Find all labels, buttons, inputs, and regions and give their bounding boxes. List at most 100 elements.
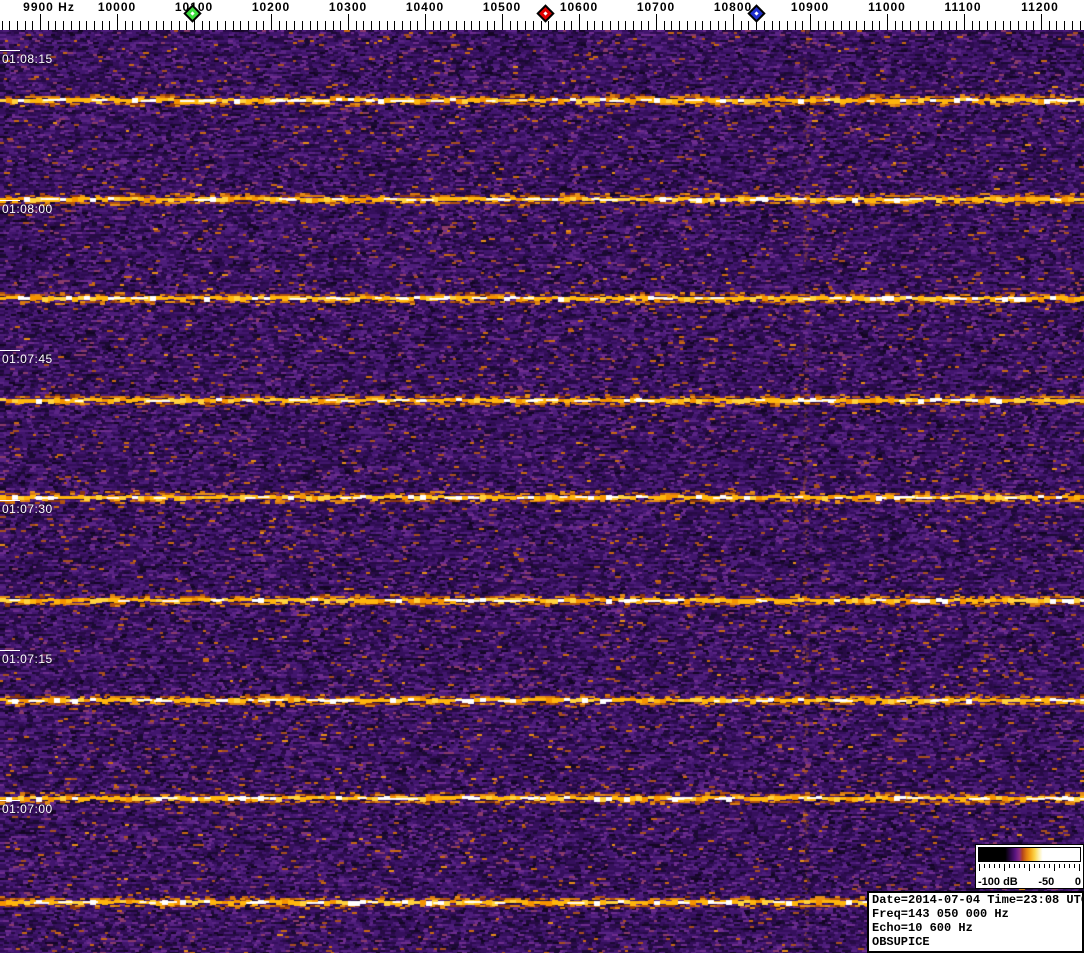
freq-major-tick [733,14,734,30]
freq-minor-tick [156,21,157,30]
freq-minor-tick [818,21,819,30]
freq-minor-tick [209,21,210,30]
freq-major-tick [502,14,503,30]
freq-major-tick [887,14,888,30]
marker-green-fill [186,7,199,20]
info-station-name: OBSUPICE [872,935,930,949]
freq-minor-tick [641,21,642,30]
freq-minor-tick [864,21,865,30]
freq-minor-tick [571,21,572,30]
freq-tick-label: 10200 [251,0,291,14]
freq-minor-tick [1049,21,1050,30]
amplitude-color-scale: -100 dB -50 0 [975,844,1084,889]
legend-tick [1034,864,1035,868]
legend-tick [984,864,985,868]
freq-major-tick [348,14,349,30]
freq-minor-tick [148,21,149,30]
freq-minor-tick [533,21,534,30]
legend-tick [999,864,1000,868]
freq-minor-tick [1080,21,1081,30]
freq-minor-tick [702,21,703,30]
freq-minor-tick [1033,21,1034,30]
freq-minor-tick [564,21,565,30]
freq-minor-tick [741,21,742,30]
freq-minor-tick [286,21,287,30]
freq-minor-tick [263,21,264,30]
freq-tick-label: 11100 [944,0,982,14]
freq-minor-tick [186,21,187,30]
legend-tick [1004,864,1005,871]
marker-red-core-dot [543,11,548,16]
freq-minor-tick [55,21,56,30]
freq-minor-tick [302,21,303,30]
freq-minor-tick [633,21,634,30]
legend-label-min: -100 dB [978,876,1018,888]
freq-minor-tick [440,21,441,30]
marker-red-diamond[interactable] [536,4,555,23]
freq-minor-tick [710,21,711,30]
marker-red-fill [539,7,552,20]
freq-minor-tick [664,21,665,30]
freq-minor-tick [995,21,996,30]
freq-minor-tick [956,21,957,30]
freq-minor-tick [625,21,626,30]
freq-minor-tick [779,21,780,30]
freq-minor-tick [356,21,357,30]
freq-minor-tick [987,21,988,30]
freq-tick-label: 11000 [868,0,906,14]
freq-major-tick [579,14,580,30]
freq-minor-tick [541,21,542,30]
legend-tick [1019,864,1020,868]
freq-minor-tick [363,21,364,30]
info-echo-frequency: Echo=10 600 Hz [872,921,973,935]
freq-tick-label: 10500 [482,0,522,14]
freq-minor-tick [371,21,372,30]
freq-minor-tick [849,21,850,30]
freq-minor-tick [1010,21,1011,30]
legend-tick [1029,864,1030,871]
freq-minor-tick [48,21,49,30]
freq-major-tick [656,14,657,30]
freq-minor-tick [795,21,796,30]
freq-minor-tick [872,21,873,30]
legend-label-mid: -50 [1038,876,1055,888]
freq-minor-tick [594,21,595,30]
legend-tick [1074,864,1075,868]
freq-minor-tick [764,21,765,30]
freq-minor-tick [464,21,465,30]
legend-tick [1044,864,1045,868]
info-box: Date=2014-07-04 Time=23:08 UTC Freq=143 … [867,891,1084,953]
freq-minor-tick [618,21,619,30]
freq-major-tick [40,14,41,30]
freq-minor-tick [687,21,688,30]
freq-minor-tick [1072,21,1073,30]
legend-label-max: 0 [1074,876,1081,888]
freq-minor-tick [163,21,164,30]
freq-minor-tick [2,21,3,30]
freq-minor-tick [802,21,803,30]
freq-minor-tick [517,21,518,30]
frequency-ruler[interactable]: 9900 Hz100001010010200103001040010500106… [0,0,1084,30]
freq-major-tick [1041,14,1042,30]
freq-minor-tick [333,21,334,30]
freq-tick-label: 10400 [405,0,445,14]
freq-tick-label: 10900 [790,0,830,14]
info-frequency: Freq=143 050 000 Hz [872,907,1009,921]
freq-minor-tick [102,21,103,30]
freq-tick-label: 10700 [636,0,676,14]
freq-minor-tick [833,21,834,30]
legend-tick [1024,864,1025,868]
freq-minor-tick [772,21,773,30]
legend-tick [1069,864,1070,868]
freq-minor-tick [9,21,10,30]
freq-minor-tick [879,21,880,30]
freq-minor-tick [972,21,973,30]
freq-major-tick [425,14,426,30]
legend-tick-row [979,864,1080,872]
freq-minor-tick [494,21,495,30]
freq-minor-tick [233,21,234,30]
freq-minor-tick [910,21,911,30]
freq-minor-tick [471,21,472,30]
freq-tick-label: 10600 [559,0,599,14]
freq-minor-tick [1056,21,1057,30]
